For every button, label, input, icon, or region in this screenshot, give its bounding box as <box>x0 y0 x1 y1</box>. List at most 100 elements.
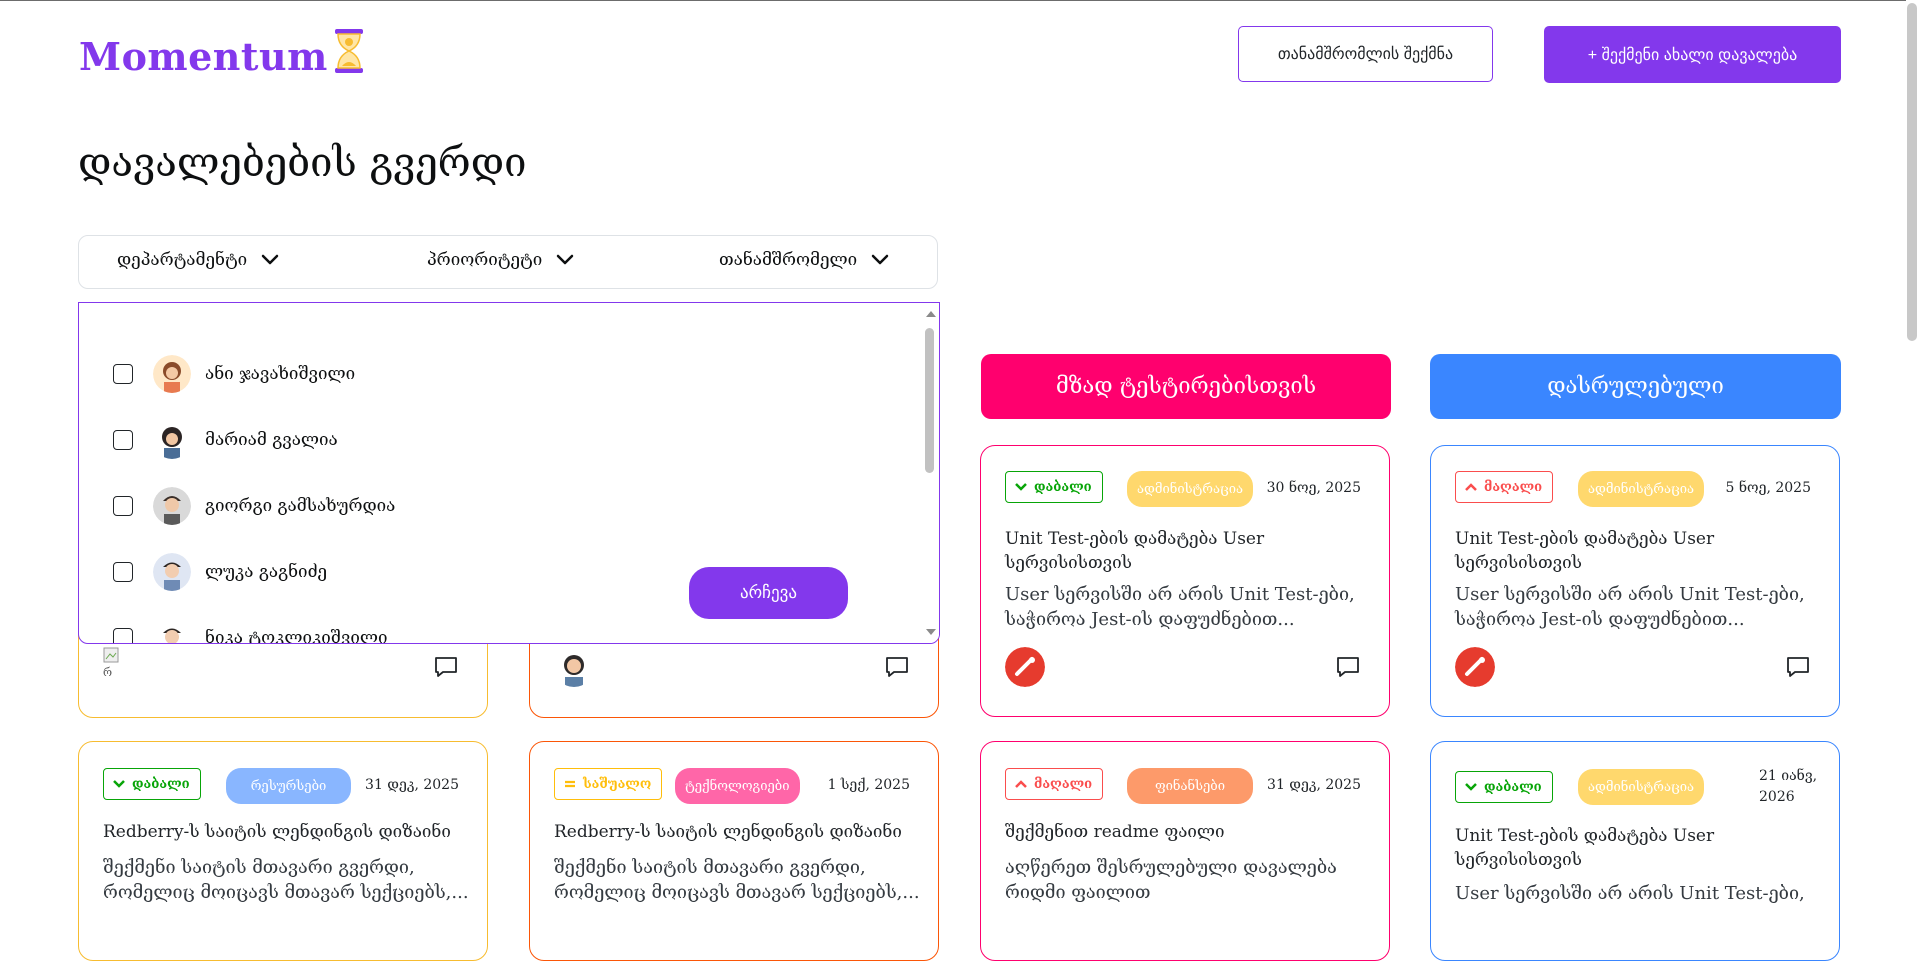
task-description-line: User სერვისში არ არის Unit Test-ები, <box>1005 584 1355 605</box>
task-description-line: User სერვისში არ არის Unit Test-ები, <box>1455 883 1805 904</box>
task-card[interactable]: დაბალი ადმინისტრაცია 21 იანვ, 2026 Unit … <box>1430 741 1840 961</box>
due-date-line: 2026 <box>1759 789 1795 805</box>
avatar <box>153 619 191 643</box>
comment-icon[interactable] <box>433 655 459 679</box>
create-task-button[interactable]: + შექმენი ახალი დავალება <box>1544 26 1841 83</box>
department-badge: ტექნოლოგიები <box>675 768 800 804</box>
employee-option-label: ნიკა ტოკლიკიშვილი <box>205 628 388 644</box>
employee-checkbox[interactable] <box>113 496 133 516</box>
avatar <box>153 421 191 459</box>
filter-employee-label: თანამშრომელი <box>719 250 858 270</box>
task-description-line: რიდმი ფაილით <box>1005 882 1151 903</box>
comment-icon[interactable] <box>1335 655 1361 679</box>
priority-badge-low: დაბალი <box>103 768 201 800</box>
filter-department[interactable]: დეპარტამენტი <box>117 250 279 270</box>
task-description-line: შექმენი საიტის მთავარი გვერდი, <box>554 857 866 878</box>
department-badge: რესურსები <box>226 768 351 804</box>
employee-option-label: მარიამ გვალია <box>205 430 338 450</box>
priority-badge-low: დაბალი <box>1455 771 1553 803</box>
employee-checkbox[interactable] <box>113 430 133 450</box>
filter-employee[interactable]: თანამშრომელი <box>719 250 889 270</box>
page-title: დავალებების გვერდი <box>78 140 527 186</box>
due-date: 31 დეკ, 2025 <box>365 777 459 793</box>
scroll-up-arrow-icon[interactable] <box>926 311 936 317</box>
priority-label: საშუალო <box>583 776 652 792</box>
hourglass-icon <box>332 28 366 83</box>
task-card[interactable]: დაბალი რესურსები 31 დეკ, 2025 Redberry-ს… <box>78 741 488 961</box>
task-description-line: User სერვისში არ არის Unit Test-ები, <box>1455 584 1805 605</box>
task-card[interactable]: მაღალი ფინანსები 31 დეკ, 2025 შექმენით r… <box>980 741 1390 961</box>
logo[interactable]: Momentum <box>79 28 366 83</box>
avatar <box>153 487 191 525</box>
chevron-up-icon <box>1015 780 1027 788</box>
due-date-line: 21 იანვ, <box>1759 768 1818 784</box>
task-title: Unit Test-ების დამატება User სერვისისთვი… <box>1455 529 1715 573</box>
priority-badge-medium: საშუალო <box>554 768 663 800</box>
employee-checkbox[interactable] <box>113 628 133 643</box>
task-description-line: რომელიც მოიცავს მთავარ სექციებს,... <box>103 882 469 903</box>
employee-option-label: ლუკა გაგნიძე <box>205 562 328 582</box>
task-description: User სერვისში არ არის Unit Test-ები, საჭ… <box>1455 582 1825 632</box>
department-badge: ადმინისტრაცია <box>1127 471 1254 507</box>
priority-label: მაღალი <box>1484 479 1543 495</box>
filter-priority[interactable]: პრიორიტეტი <box>427 250 574 270</box>
scroll-down-arrow-icon[interactable] <box>926 629 936 635</box>
due-date: 21 იანვ, 2026 <box>1759 766 1819 808</box>
choose-button[interactable]: არჩევა <box>689 567 848 619</box>
priority-badge-high: მაღალი <box>1455 471 1554 503</box>
filter-priority-label: პრიორიტეტი <box>427 250 543 270</box>
task-title: Unit Test-ების დამატება User სერვისისთვი… <box>1455 826 1715 870</box>
task-title: Redberry-ს საიტის ლენდინგის დიზაინი <box>554 822 902 842</box>
avatar <box>554 647 594 687</box>
task-title: Unit Test-ების დამატება User სერვისისთვი… <box>1005 529 1265 573</box>
broken-image-icon <box>103 647 119 663</box>
employee-option[interactable]: ლუკა გაგნიძე <box>113 552 327 592</box>
chevron-down-icon <box>1015 483 1027 491</box>
equals-icon <box>565 780 575 788</box>
dropdown-scrollbar-thumb[interactable] <box>925 328 934 473</box>
column-header-done: დასრულებული <box>1430 354 1841 419</box>
department-badge: ფინანსები <box>1127 768 1253 804</box>
chevron-down-icon <box>1465 783 1477 791</box>
priority-label: დაბალი <box>1484 779 1542 795</box>
employee-option[interactable]: ნიკა ტოკლიკიშვილი <box>113 618 388 644</box>
page-scrollbar-thumb[interactable] <box>1907 3 1917 341</box>
task-card[interactable]: მაღალი ადმინისტრაცია 5 ნოე, 2025 Unit Te… <box>1430 445 1840 717</box>
window-top-border <box>0 0 1919 1</box>
comment-icon[interactable] <box>1785 655 1811 679</box>
employee-option[interactable]: გიორგი გამსახურდია <box>113 486 395 526</box>
employee-option-label: გიორგი გამსახურდია <box>205 496 396 516</box>
comment-icon[interactable] <box>884 655 910 679</box>
priority-label: მაღალი <box>1034 776 1093 792</box>
employee-option[interactable]: მარიამ გვალია <box>113 420 338 460</box>
chevron-down-icon <box>556 254 574 265</box>
due-date: 5 ნოე, 2025 <box>1725 480 1812 496</box>
task-description: შექმენი საიტის მთავარი გვერდი, რომელიც მ… <box>103 855 473 905</box>
priority-label: დაბალი <box>1034 479 1092 495</box>
avatar <box>1005 647 1045 687</box>
broken-image-alt: რ <box>103 666 113 679</box>
create-employee-button[interactable]: თანამშრომლის შექმნა <box>1238 26 1493 82</box>
department-badge: ადმინისტრაცია <box>1578 769 1705 805</box>
task-title: Redberry-ს საიტის ლენდინგის დიზაინი <box>103 822 451 842</box>
employee-checkbox[interactable] <box>113 364 133 384</box>
task-card[interactable]: დაბალი ადმინისტრაცია 30 ნოე, 2025 Unit T… <box>980 445 1390 717</box>
task-card[interactable]: საშუალო ტექნოლოგიები 1 სექ, 2025 Redberr… <box>529 741 939 961</box>
priority-badge-high: მაღალი <box>1005 768 1104 800</box>
task-description-line: რომელიც მოიცავს მთავარ სექციებს,... <box>554 882 920 903</box>
employee-option[interactable]: ანი ჯავახიშვილი <box>113 354 355 394</box>
chevron-up-icon <box>1465 483 1477 491</box>
avatar <box>153 553 191 591</box>
broken-avatar-image: რ <box>103 647 143 687</box>
task-description-line: საჭიროა Jest-ის დაფუძნებით... <box>1005 609 1295 630</box>
column-header-ready-for-testing: მზად ტესტირებისთვის <box>981 354 1391 419</box>
chevron-down-icon <box>113 780 125 788</box>
due-date: 31 დეკ, 2025 <box>1267 777 1361 793</box>
employee-checkbox[interactable] <box>113 562 133 582</box>
department-badge: ადმინისტრაცია <box>1578 471 1705 507</box>
task-description-line: აღწერეთ შესრულებული დავალება <box>1005 857 1337 878</box>
task-description: User სერვისში არ არის Unit Test-ები, საჭ… <box>1005 582 1375 632</box>
filter-bar: დეპარტამენტი პრიორიტეტი თანამშრომელი <box>78 235 938 289</box>
due-date: 30 ნოე, 2025 <box>1266 480 1361 496</box>
task-description-line: საჭიროა Jest-ის დაფუძნებით... <box>1455 609 1745 630</box>
